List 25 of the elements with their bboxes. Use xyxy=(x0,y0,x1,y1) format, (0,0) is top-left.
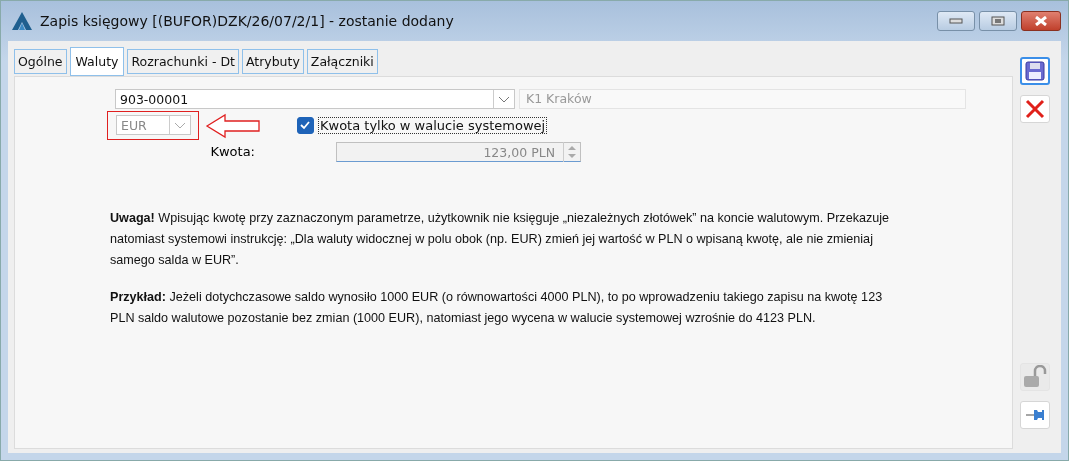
account-combo[interactable]: 903-00001 xyxy=(115,89,515,109)
padlock-icon[interactable] xyxy=(1020,363,1050,391)
pin-button[interactable] xyxy=(1020,401,1050,429)
close-icon xyxy=(1034,16,1048,26)
cancel-button[interactable] xyxy=(1020,95,1050,123)
arrow-icon xyxy=(205,112,261,139)
save-icon xyxy=(1024,60,1046,82)
amount-label: Kwota: xyxy=(209,143,255,159)
minimize-icon xyxy=(949,18,963,24)
close-button[interactable] xyxy=(1021,11,1061,31)
tab[interactable]: Ogólne xyxy=(14,49,67,74)
note-paragraph: Uwaga! Wpisując kwotę przy zaznaczonym parametrze, użytkownik nie księguje „niezależnych złotówek” na koncie walutowym. Przekazuje natomiast systemowi instrukcję: „Dla waluty widocznej w polu obok (np. EUR) zmień jej wartość w PLN o wpisaną kwotę, ale nie zmieniaj samego salda w EUR”. xyxy=(110,210,891,269)
tab[interactable]: Załączniki xyxy=(306,49,378,74)
cancel-icon xyxy=(1024,98,1046,120)
app-logo-icon xyxy=(12,12,32,30)
tab[interactable]: Waluty xyxy=(69,47,125,76)
save-button[interactable] xyxy=(1020,57,1050,85)
description-field: K1 Kraków xyxy=(519,89,966,109)
tab[interactable]: Rozrachunki - Dt xyxy=(127,49,239,74)
minimize-button[interactable] xyxy=(937,11,975,31)
note-paragraph: Przykład: Jeżeli dotychczasowe saldo wynosiło 1000 EUR (o równowartości 4000 PLN), to po wprowadzeniu takiego zapisu na kwotę 123 PLN saldo walutowe pozostanie bez zmian (1000 EUR), natomiast jego wycena w walucie systemowej wzrośnie do 4123 PLN. xyxy=(110,289,884,327)
tab[interactable]: Atrybuty xyxy=(241,49,304,74)
maximize-icon xyxy=(991,16,1005,26)
maximize-button[interactable] xyxy=(979,11,1017,31)
window-title: Zapis księgowy [(BUFOR)DZK/26/07/2/1] - zostanie dodany xyxy=(40,13,455,29)
